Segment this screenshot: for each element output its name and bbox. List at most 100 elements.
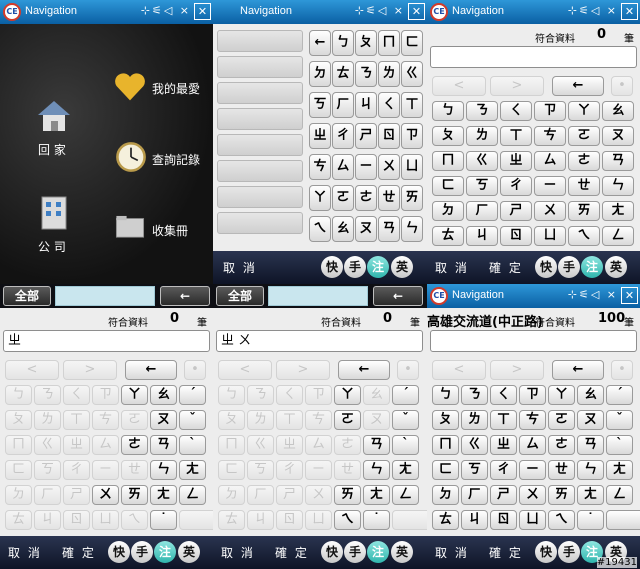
history-item[interactable]	[217, 108, 303, 130]
key-button[interactable]: ˇ	[606, 410, 633, 430]
key-button[interactable]: ㄣ	[363, 460, 390, 480]
key-button[interactable]: ㄚ	[548, 385, 575, 405]
key-button[interactable]: ㄉ	[218, 485, 245, 505]
tray-icons[interactable]: ⊹⚟◁ ×	[568, 288, 618, 301]
key-button[interactable]: ㄍ	[461, 435, 488, 455]
key-button[interactable]	[179, 510, 213, 530]
key-button[interactable]: ㄒ	[401, 92, 423, 118]
key-button[interactable]: ㄌ	[378, 61, 400, 87]
key-button[interactable]: ㄤ	[392, 460, 419, 480]
key-button[interactable]: ㄈ	[5, 460, 32, 480]
key-button[interactable]: ㄍ	[401, 61, 423, 87]
key-button[interactable]	[392, 510, 427, 530]
key-button[interactable]: ㄏ	[332, 92, 354, 118]
key-button[interactable]: ㄟ	[548, 510, 575, 530]
search-input[interactable]	[430, 330, 637, 352]
key-button[interactable]: ㄏ	[247, 485, 274, 505]
next-button[interactable]: >	[63, 360, 117, 380]
key-button[interactable]: ㄆ	[355, 30, 377, 56]
backspace-button[interactable]: ←	[125, 360, 177, 380]
key-button[interactable]: ㄤ	[602, 201, 634, 221]
mode-button-0[interactable]: 快	[321, 256, 343, 278]
key-button[interactable]: ㄋ	[247, 385, 274, 405]
key-button[interactable]: ㄢ	[577, 435, 604, 455]
close-button[interactable]: ✕	[621, 3, 638, 20]
key-button[interactable]: ㄜ	[548, 435, 575, 455]
mode-button-3[interactable]: 英	[178, 541, 200, 563]
key-button[interactable]: ㄟ	[121, 510, 148, 530]
search-input[interactable]: ㄓ	[3, 330, 210, 352]
key-button[interactable]: ㄌ	[34, 410, 61, 430]
top-input[interactable]	[55, 286, 155, 306]
key-button[interactable]: ㄇ	[432, 151, 464, 171]
key-button[interactable]: ˙	[577, 510, 604, 530]
key-button[interactable]: ㄚ	[309, 185, 331, 211]
key-button[interactable]	[606, 510, 640, 530]
key-button[interactable]: ㄕ	[276, 485, 303, 505]
key-button[interactable]: ㄔ	[490, 460, 517, 480]
key-button[interactable]: ㄞ	[548, 485, 575, 505]
key-button[interactable]: ㄗ	[305, 385, 332, 405]
history-item[interactable]	[217, 212, 303, 234]
key-button[interactable]: ㄆ	[432, 410, 459, 430]
key-button[interactable]: ㄐ	[461, 510, 488, 530]
key-button[interactable]: ㄩ	[92, 510, 119, 530]
key-button[interactable]: ㄣ	[602, 176, 634, 196]
key-button[interactable]: ㄜ	[568, 151, 600, 171]
key-button[interactable]: ㄑ	[63, 385, 90, 405]
key-button[interactable]: ㄓ	[309, 123, 331, 149]
key-button[interactable]: ㄟ	[309, 216, 331, 242]
history-item[interactable]	[217, 56, 303, 78]
key-button[interactable]: ㄥ	[606, 485, 633, 505]
key-button[interactable]: ˊ	[606, 385, 633, 405]
key-button[interactable]: ㄧ	[92, 460, 119, 480]
key-button[interactable]: ㄍ	[34, 435, 61, 455]
key-button[interactable]: ㄓ	[63, 435, 90, 455]
key-button[interactable]: ㄥ	[392, 485, 419, 505]
top-input[interactable]	[268, 286, 368, 306]
mode-button-3[interactable]: 英	[391, 256, 413, 278]
mode-button-0[interactable]: 快	[108, 541, 130, 563]
key-button[interactable]: ㄏ	[466, 201, 498, 221]
key-button[interactable]: ㄙ	[332, 154, 354, 180]
close-button[interactable]: ✕	[194, 3, 211, 20]
key-button[interactable]: ㄑ	[490, 385, 517, 405]
confirm-button[interactable]: 確 定	[489, 259, 523, 276]
key-button[interactable]: ㄖ	[500, 226, 532, 246]
key-button[interactable]: ㄎ	[247, 460, 274, 480]
key-button[interactable]: ˊ	[392, 385, 419, 405]
confirm-button[interactable]: 確 定	[275, 544, 309, 561]
key-button[interactable]: ㄛ	[121, 410, 148, 430]
key-button[interactable]: ㄑ	[378, 92, 400, 118]
key-button[interactable]: ㄉ	[309, 61, 331, 87]
confirm-button[interactable]: 確 定	[489, 544, 523, 561]
key-button[interactable]: ㄘ	[534, 126, 566, 146]
key-button[interactable]: ㄈ	[432, 176, 464, 196]
key-button[interactable]: ㄣ	[150, 460, 177, 480]
history-item[interactable]	[217, 160, 303, 182]
mode-button-2[interactable]: 注	[154, 541, 176, 563]
key-button[interactable]: ㄐ	[355, 92, 377, 118]
mode-button-3[interactable]: 英	[391, 541, 413, 563]
mode-button-1[interactable]: 手	[131, 541, 153, 563]
key-button[interactable]: ㄝ	[121, 460, 148, 480]
key-button[interactable]: ㄢ	[602, 151, 634, 171]
key-button[interactable]: ㄒ	[490, 410, 517, 430]
key-button[interactable]: ㄉ	[432, 485, 459, 505]
key-button[interactable]: ㄚ	[568, 101, 600, 121]
key-button[interactable]: ㄊ	[332, 61, 354, 87]
mode-button-0[interactable]: 快	[535, 256, 557, 278]
backspace-button[interactable]: ←	[552, 76, 604, 96]
key-button[interactable]: ㄖ	[378, 123, 400, 149]
key-button[interactable]: ㄡ	[355, 216, 377, 242]
key-button[interactable]: ㄡ	[363, 410, 390, 430]
key-button[interactable]: ˇ	[179, 410, 206, 430]
key-button[interactable]: ㄇ	[5, 435, 32, 455]
cancel-button[interactable]: 取 消	[8, 544, 42, 561]
key-button[interactable]: ㄓ	[276, 435, 303, 455]
mode-button-2[interactable]: 注	[367, 256, 389, 278]
key-button[interactable]: ㄜ	[355, 185, 377, 211]
key-button[interactable]: ㄐ	[247, 510, 274, 530]
close-button[interactable]: ✕	[408, 3, 425, 20]
key-button[interactable]: ㄅ	[218, 385, 245, 405]
